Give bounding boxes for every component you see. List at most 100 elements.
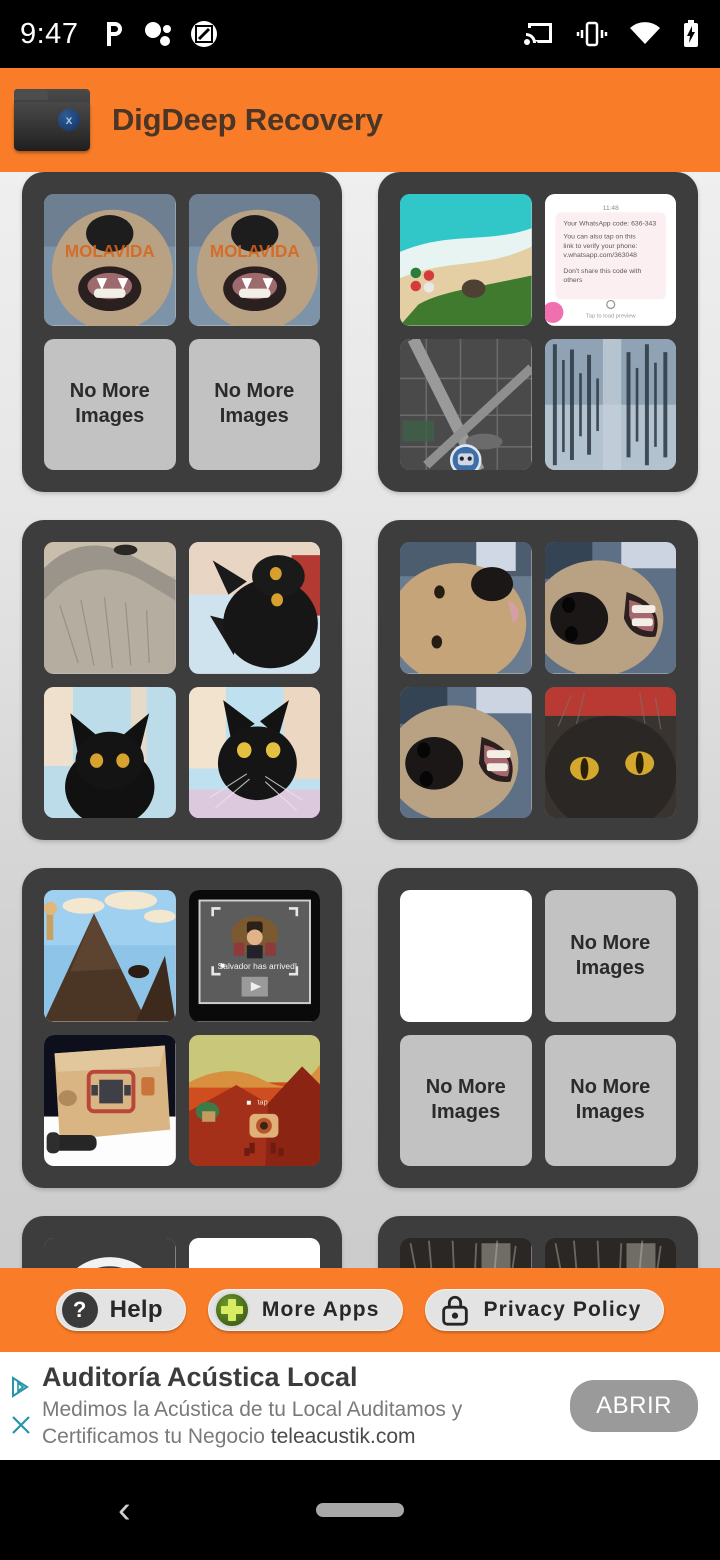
thumb-no-more-images-2[interactable]: No More Images	[188, 338, 320, 470]
help-button-label: Help	[109, 1296, 163, 1323]
thumb-no-more-images-5[interactable]: No More Images	[544, 1034, 676, 1166]
thumb-grid	[44, 542, 320, 818]
card-game-screens[interactable]: Salvador has arrived! tap	[22, 868, 342, 1188]
system-nav-bar: ‹	[0, 1460, 720, 1560]
thumb-cat-eyes[interactable]	[544, 686, 676, 818]
thumb-no-more-images-4[interactable]: No More Images	[400, 1034, 532, 1166]
thumb-smiley-logo[interactable]	[44, 1238, 176, 1268]
ad-choices-icon[interactable]	[9, 1375, 33, 1399]
close-icon[interactable]	[9, 1413, 33, 1437]
thumb-dog-closeup-2[interactable]	[544, 542, 676, 674]
help-button[interactable]: ? Help	[55, 1289, 186, 1331]
thumb-cat-face-1[interactable]	[400, 1238, 532, 1268]
ad-title: Auditoría Acústica Local	[42, 1361, 358, 1392]
screenshot-icon	[191, 21, 218, 47]
svg-text:Tap to load preview: Tap to load preview	[585, 314, 636, 320]
card-cat-faces-partial[interactable]	[378, 1216, 698, 1268]
thumb-grey-fur[interactable]	[44, 542, 176, 674]
thumb-black-cat-3[interactable]	[188, 686, 320, 818]
cast-icon	[524, 23, 552, 45]
thumb-dog-molavida-1[interactable]: MOLAVIDA	[44, 194, 176, 326]
ad-markers	[0, 1375, 42, 1437]
status-right-icons	[524, 20, 700, 48]
thumb-beach-wallpaper[interactable]	[400, 194, 532, 326]
thumb-no-more-images-1[interactable]: No More Images	[44, 338, 176, 470]
thumb-dog-molavida-2[interactable]: MOLAVIDA	[188, 194, 320, 326]
thumb-dog-closeup-1[interactable]	[400, 542, 532, 674]
thumb-map[interactable]	[400, 338, 532, 470]
folder-recovery-icon: x	[14, 89, 90, 151]
no-more-images-label: No More Images	[570, 931, 651, 979]
thumb-grid: 11:48 Your WhatsApp code: 636-343 You ca…	[400, 194, 676, 470]
svg-text:11:48: 11:48	[602, 205, 618, 212]
ad-open-button[interactable]: ABRIR	[570, 1380, 698, 1432]
svg-text:MOLAVIDA: MOLAVIDA	[209, 242, 299, 261]
thumb-grid	[400, 542, 676, 818]
status-bar: 9:47	[0, 0, 720, 68]
wifi-icon	[630, 22, 660, 44]
thumb-grid	[44, 1238, 320, 1268]
bubbles-icon	[145, 22, 172, 46]
thumb-grid: Salvador has arrived! tap	[44, 890, 320, 1166]
thumb-game-box[interactable]	[44, 1034, 176, 1166]
vibrate-icon	[576, 21, 608, 47]
card-logos-partial[interactable]	[22, 1216, 342, 1268]
more-apps-button-label: More Apps	[261, 1298, 380, 1321]
cards-grid: MOLAVIDA MOLAVIDA No More Images No More Ima…	[0, 172, 720, 1268]
privacy-policy-button-label: Privacy Policy	[483, 1298, 642, 1321]
svg-text:Your WhatsApp code: 636-343: Your WhatsApp code: 636-343	[563, 221, 656, 228]
status-left-icons	[102, 20, 218, 48]
thumb-dog-closeup-3[interactable]	[400, 686, 532, 818]
card-screenshots[interactable]: 11:48 Your WhatsApp code: 636-343 You ca…	[378, 172, 698, 492]
card-cats[interactable]	[22, 520, 342, 840]
privacy-policy-button[interactable]: Privacy Policy	[424, 1289, 665, 1331]
card-dogs-closeup[interactable]	[378, 520, 698, 840]
thumb-grid: MOLAVIDA MOLAVIDA No More Images No More Ima…	[44, 194, 320, 470]
thumb-white-shape[interactable]	[188, 1238, 320, 1268]
status-clock: 9:47	[20, 17, 79, 50]
folder-badge: x	[58, 109, 80, 131]
svg-text:Don't share this code with: Don't share this code with	[563, 268, 641, 275]
ad-banner[interactable]: Auditoría Acústica Local Medimos la Acús…	[0, 1352, 720, 1460]
ad-description: Medimos la Acústica de tu Local Auditamo…	[42, 1396, 558, 1451]
image-cards-scroll-area[interactable]: MOLAVIDA MOLAVIDA No More Images No More Ima…	[0, 172, 720, 1268]
pinterest-icon	[107, 22, 123, 46]
ad-text: Auditoría Acústica Local Medimos la Acús…	[42, 1362, 570, 1451]
svg-text:You can also tap on this: You can also tap on this	[563, 234, 636, 241]
bottom-action-bar: ? Help More Apps Privacy Policy	[0, 1268, 720, 1352]
card-dog-molavida[interactable]: MOLAVIDA MOLAVIDA No More Images No More Ima…	[22, 172, 342, 492]
back-icon[interactable]: ‹	[118, 1489, 131, 1532]
no-more-images-label: No More Images	[570, 1076, 651, 1124]
thumb-blank-white[interactable]	[400, 890, 532, 1022]
svg-text:Salvador has arrived!: Salvador has arrived!	[217, 961, 296, 971]
svg-text:MOLAVIDA: MOLAVIDA	[65, 242, 155, 261]
thumb-no-more-images-3[interactable]: No More Images	[544, 890, 676, 1022]
card-empty[interactable]: No More Images No More Images No More Images	[378, 868, 698, 1188]
plus-badge-icon	[213, 1292, 250, 1328]
no-more-images-label: No More Images	[214, 380, 295, 428]
svg-text:link to verify your phone:: link to verify your phone:	[563, 243, 637, 250]
svg-text:others: others	[563, 277, 583, 284]
thumb-game-red-hill[interactable]: tap	[188, 1034, 320, 1166]
no-more-images-label: No More Images	[425, 1076, 506, 1124]
thumb-audio-waveform[interactable]	[544, 338, 676, 470]
question-mark-icon: ?	[61, 1292, 98, 1328]
thumb-whatsapp-sms[interactable]: 11:48 Your WhatsApp code: 636-343 You ca…	[544, 194, 676, 326]
no-more-images-label: No More Images	[69, 380, 150, 428]
page-title: DigDeep Recovery	[112, 102, 383, 137]
thumb-game-salvador[interactable]: Salvador has arrived!	[188, 890, 320, 1022]
thumb-game-mountain[interactable]	[44, 890, 176, 1022]
svg-text:v.whatsapp.com/363048: v.whatsapp.com/363048	[563, 252, 637, 259]
ad-domain: teleacustik.com	[270, 1425, 416, 1449]
svg-text:tap: tap	[257, 1097, 267, 1106]
thumb-black-cat-2[interactable]	[44, 686, 176, 818]
lock-icon	[441, 1295, 468, 1326]
more-apps-button[interactable]: More Apps	[207, 1289, 403, 1331]
home-pill-icon[interactable]	[316, 1503, 404, 1517]
thumb-grid: No More Images No More Images No More Images	[400, 890, 676, 1166]
thumb-black-cat-1[interactable]	[188, 542, 320, 674]
thumb-cat-face-2[interactable]	[544, 1238, 676, 1268]
app-header: x DigDeep Recovery	[0, 68, 720, 172]
battery-charging-icon	[684, 20, 698, 47]
thumb-grid	[400, 1238, 676, 1268]
